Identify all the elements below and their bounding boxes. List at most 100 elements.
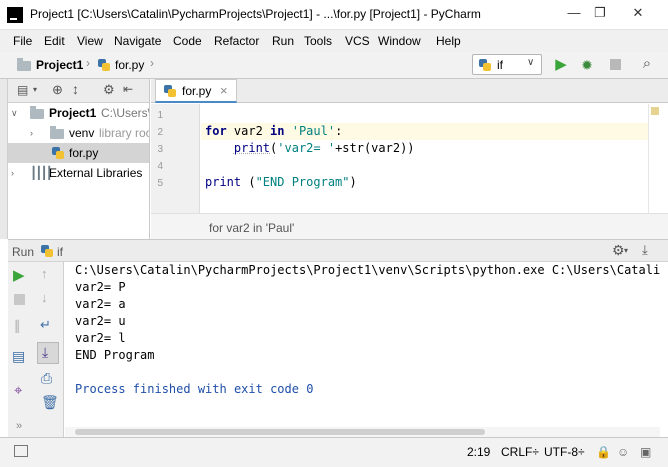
- stop-icon[interactable]: [606, 57, 624, 73]
- chevron-down-icon[interactable]: ▾: [624, 246, 628, 255]
- close-window-button[interactable]: ✕: [624, 2, 652, 24]
- run-panel-config: if: [57, 245, 63, 259]
- soft-wrap-icon[interactable]: ↵: [40, 317, 51, 333]
- tab-label: for.py: [182, 84, 212, 98]
- python-config-icon: [479, 59, 491, 71]
- run-icon[interactable]: ▶: [552, 57, 570, 73]
- menu-view[interactable]: View: [77, 34, 103, 48]
- breadcrumb-label[interactable]: for var2 in 'Paul': [209, 221, 294, 235]
- stop-icon[interactable]: [14, 294, 25, 305]
- tree-external-label: External Libraries: [49, 166, 143, 180]
- editor-breadcrumb: for var2 in 'Paul': [151, 213, 668, 239]
- pycharm-app-icon: [7, 7, 23, 23]
- line-number: 1: [157, 110, 163, 121]
- print-icon[interactable]: ⎙: [41, 370, 52, 387]
- line-number: 4: [157, 161, 163, 172]
- nav-file[interactable]: for.py: [115, 58, 144, 72]
- trash-icon[interactable]: 🗑: [41, 394, 59, 411]
- menu-file[interactable]: File: [13, 34, 32, 48]
- tree-root-path: C:\Users\: [101, 106, 150, 120]
- hide-panel-icon[interactable]: ⇤: [123, 82, 133, 96]
- editor-gutter: 1 2 3 4 5: [151, 104, 200, 213]
- folder-icon: [50, 126, 64, 139]
- menu-edit[interactable]: Edit: [44, 34, 65, 48]
- chevron-right-icon[interactable]: ›: [11, 163, 14, 183]
- lock-icon[interactable]: 🔒: [596, 445, 611, 459]
- rerun-icon[interactable]: ▶: [13, 266, 25, 284]
- run-console[interactable]: C:\Users\Catalin\PycharmProjects\Project…: [65, 262, 660, 427]
- maximize-button[interactable]: ❐: [586, 2, 614, 24]
- code-line-2: for var2 in 'Paul':: [205, 124, 343, 138]
- run-panel-header: Run if ⚙ ▾ ⤓: [8, 239, 668, 262]
- tree-item-venv[interactable]: › venv library roo: [8, 123, 150, 143]
- menu-code[interactable]: Code: [173, 34, 202, 48]
- left-tool-strip: [0, 79, 8, 239]
- editor-tab-bar: for.py ×: [151, 79, 668, 103]
- menu-navigate[interactable]: Navigate: [114, 34, 161, 48]
- hide-panel-icon[interactable]: ⤓: [642, 242, 648, 258]
- more-icon[interactable]: »: [16, 420, 22, 432]
- menu-bar: File Edit View Navigate Code Refactor Ru…: [0, 30, 668, 52]
- folder-icon: [30, 106, 44, 119]
- chevron-right-icon[interactable]: ›: [30, 123, 33, 143]
- pin-icon[interactable]: ⌖: [14, 382, 22, 399]
- python-config-icon: [41, 245, 53, 257]
- project-panel-toolbar: ▤ ▾ ⊕ ↕ ⚙ ⇤: [8, 79, 150, 103]
- up-arrow-icon[interactable]: ↑: [41, 266, 48, 281]
- menu-window[interactable]: Window: [378, 34, 421, 48]
- code-line-3: print('var2= '+str(var2)): [233, 141, 415, 155]
- tree-item-external-libraries[interactable]: › ┃┃┃┃ External Libraries: [8, 163, 149, 183]
- gear-icon[interactable]: ⚙: [612, 242, 625, 259]
- python-file-icon: [164, 85, 176, 97]
- scroll-from-source-icon[interactable]: ⊕: [52, 82, 63, 98]
- scrollbar-thumb[interactable]: [75, 429, 485, 435]
- down-arrow-icon[interactable]: ↓: [41, 290, 48, 305]
- project-tree: ∨ Project1 C:\Users\ › venv library roo …: [8, 103, 150, 239]
- inspector-icon[interactable]: ☺: [617, 445, 629, 459]
- collapse-all-icon[interactable]: ↕: [72, 81, 79, 97]
- code-editor[interactable]: for var2 in 'Paul': print('var2= '+str(v…: [201, 104, 648, 213]
- chevron-down-icon[interactable]: ∨: [11, 103, 18, 123]
- tree-item-for-py[interactable]: for.py: [8, 143, 149, 163]
- tree-file-label: for.py: [69, 146, 99, 160]
- chevron-down-icon: ∨: [527, 57, 535, 68]
- tree-root-label: Project1: [49, 106, 97, 120]
- menu-refactor[interactable]: Refactor: [214, 34, 259, 48]
- console-exit-message: Process finished with exit code 0: [75, 382, 314, 396]
- chevron-down-icon[interactable]: ▾: [33, 85, 37, 94]
- menu-vcs[interactable]: VCS: [345, 34, 370, 48]
- run-config-selector[interactable]: if ∨: [472, 54, 542, 75]
- gear-icon[interactable]: ⚙: [103, 82, 115, 98]
- project-view-icon[interactable]: ▤: [17, 83, 28, 97]
- editor-error-stripe: [648, 104, 660, 213]
- layout-icon[interactable]: ▤: [12, 348, 25, 365]
- notifications-icon[interactable]: ▣: [640, 445, 651, 459]
- title-bar: Project1 [C:\Users\Catalin\PycharmProjec…: [0, 0, 668, 30]
- file-encoding[interactable]: UTF-8÷: [544, 445, 585, 459]
- nav-separator-icon: ›: [150, 56, 154, 70]
- console-line: var2= a: [75, 297, 126, 311]
- close-tab-icon[interactable]: ×: [220, 83, 228, 98]
- python-file-icon: [52, 147, 64, 159]
- tool-windows-icon[interactable]: [14, 445, 28, 457]
- nav-project[interactable]: Project1: [36, 58, 83, 72]
- line-number: 3: [157, 144, 163, 155]
- caret-position[interactable]: 2:19: [467, 445, 490, 459]
- menu-tools[interactable]: Tools: [304, 34, 332, 48]
- search-icon[interactable]: ⌕: [638, 56, 656, 72]
- tree-venv-note: library roo: [99, 126, 150, 140]
- menu-help[interactable]: Help: [436, 34, 461, 48]
- pause-icon[interactable]: ∥: [14, 318, 21, 334]
- tab-for-py[interactable]: for.py ×: [155, 79, 237, 103]
- minimize-button[interactable]: —: [560, 2, 588, 24]
- tree-item-project1[interactable]: ∨ Project1 C:\Users\: [8, 103, 150, 123]
- python-file-icon: [98, 59, 110, 71]
- console-horizontal-scrollbar[interactable]: [65, 427, 660, 437]
- line-number: 2: [157, 127, 163, 138]
- line-separator[interactable]: CRLF÷: [501, 445, 539, 459]
- menu-run[interactable]: Run: [272, 34, 294, 48]
- console-line: var2= u: [75, 314, 126, 328]
- project-folder-icon: [17, 58, 31, 71]
- inspection-icon[interactable]: [651, 107, 659, 115]
- debug-icon[interactable]: ✹: [578, 57, 596, 73]
